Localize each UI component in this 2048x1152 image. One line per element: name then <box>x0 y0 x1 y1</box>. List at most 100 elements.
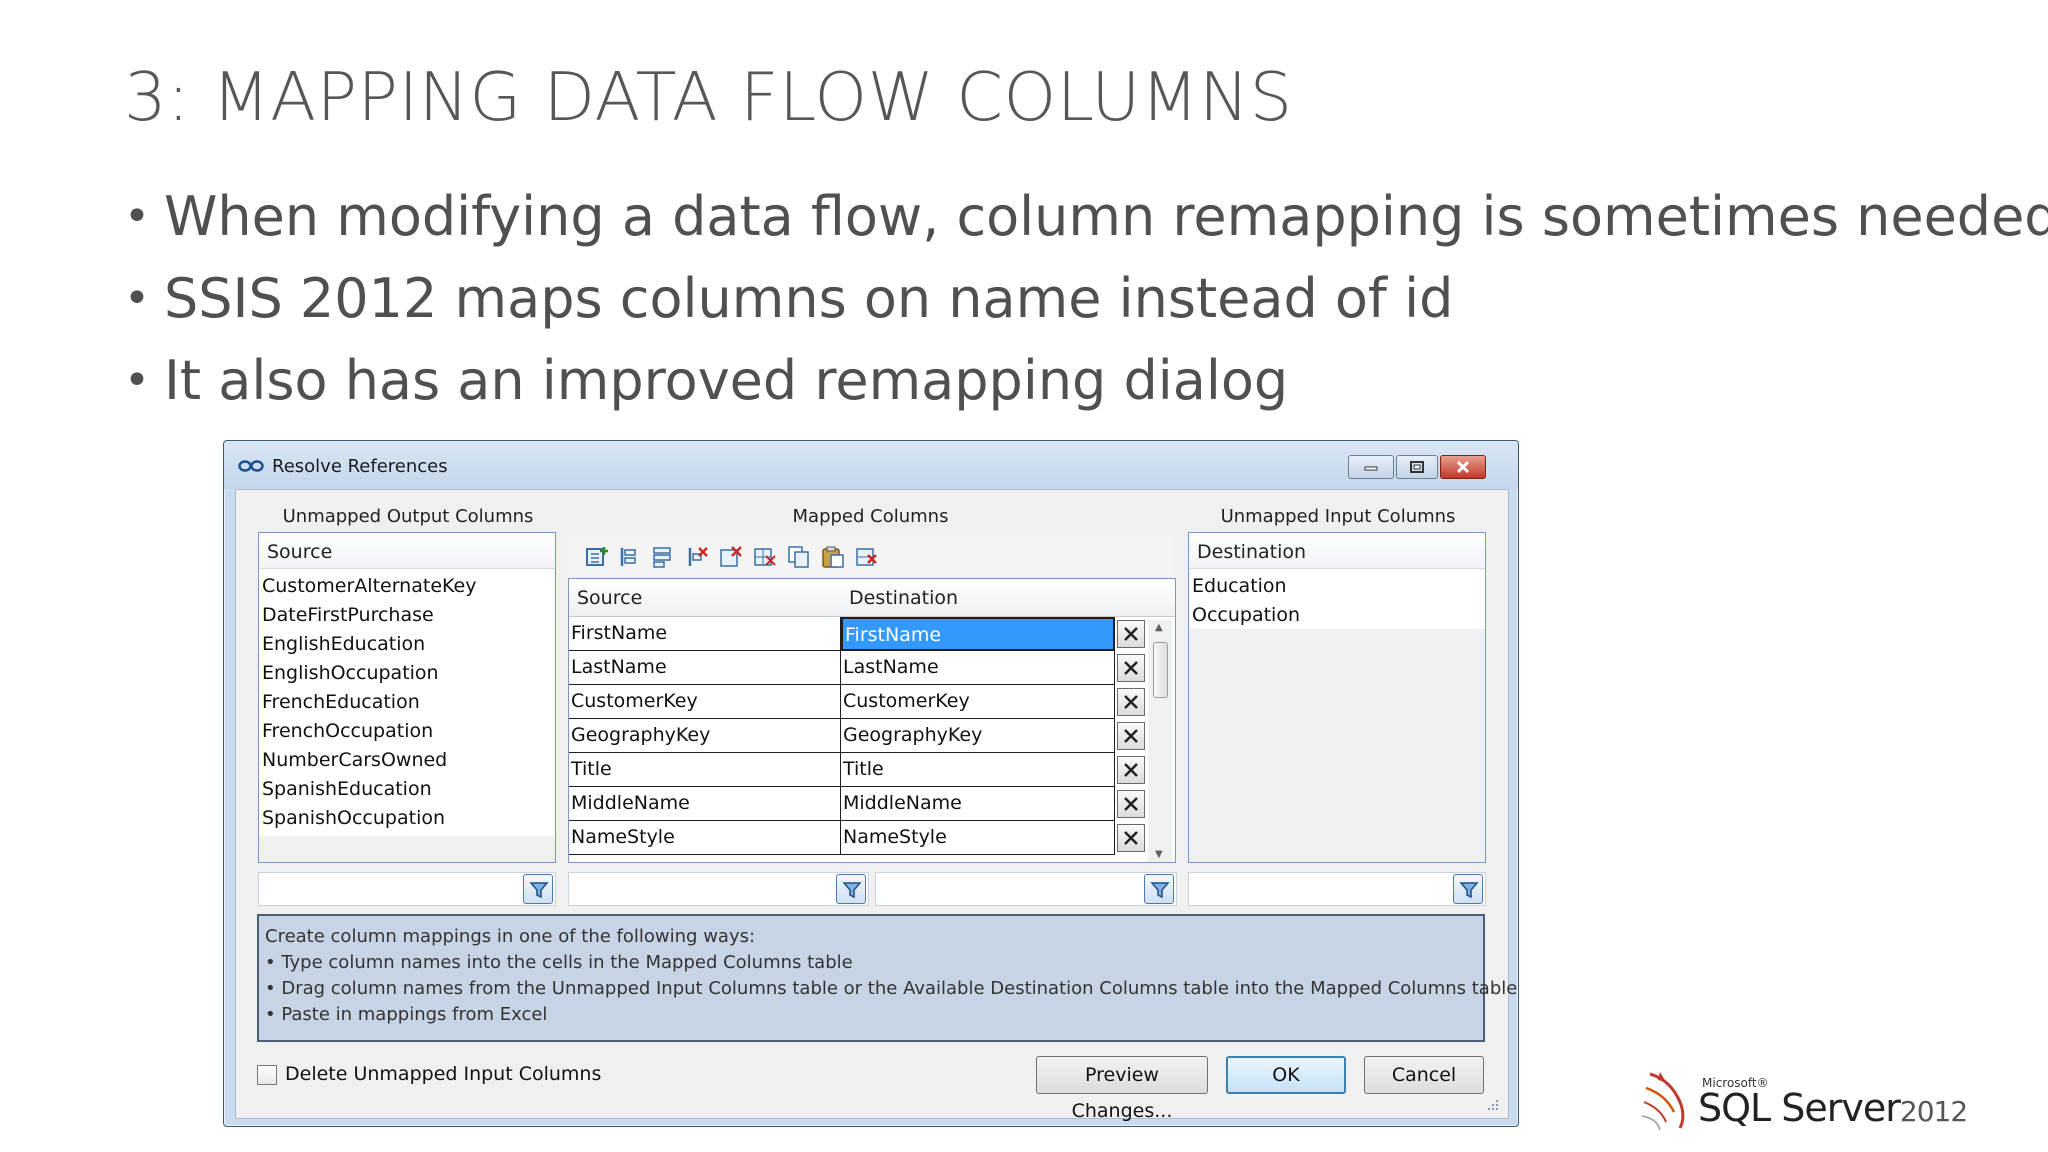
remove-mapping-button[interactable] <box>1117 654 1145 682</box>
list-item[interactable]: Occupation <box>1189 601 1485 630</box>
close-icon <box>1124 661 1138 675</box>
remove-mapping-button[interactable] <box>1117 688 1145 716</box>
unmapped-input-filter[interactable] <box>1188 872 1486 906</box>
delete-column-icon[interactable] <box>752 544 778 570</box>
close-icon <box>1456 460 1470 474</box>
list-item[interactable]: FrenchOccupation <box>259 717 555 746</box>
list-empty-area <box>259 836 555 862</box>
remove-mapping-button[interactable] <box>1117 620 1145 648</box>
scrollbar-thumb[interactable] <box>1153 642 1168 698</box>
sql-server-logo-icon <box>1641 1072 1685 1131</box>
filter-button[interactable] <box>1453 874 1483 904</box>
destination-cell[interactable]: GeographyKey <box>841 719 1115 753</box>
unmapped-output-filter[interactable] <box>258 872 556 906</box>
list-item[interactable]: Education <box>1189 572 1485 601</box>
remove-mapping-button[interactable] <box>1117 824 1145 852</box>
source-cell[interactable]: Title <box>569 753 841 787</box>
delete-unmapped-label[interactable]: Delete Unmapped Input Columns <box>285 1063 601 1085</box>
bullet-dot-icon: • <box>124 355 150 406</box>
close-icon <box>1124 695 1138 709</box>
dialog-titlebar[interactable]: Resolve References <box>224 441 1518 489</box>
list-item[interactable]: FrenchEducation <box>259 688 555 717</box>
bullet-item: • When modifying a data flow, column rema… <box>124 176 2048 258</box>
logo-product: SQL Server <box>1698 1086 1901 1130</box>
bullet-text: It also has an improved remapping dialog <box>164 349 1289 412</box>
insert-row-icon[interactable] <box>616 544 642 570</box>
unmapped-output-list[interactable]: Source CustomerAlternateKey DateFirstPur… <box>258 532 556 863</box>
destination-cell[interactable]: Title <box>841 753 1115 787</box>
bullet-dot-icon: • <box>124 273 150 324</box>
bullet-list: • When modifying a data flow, column rema… <box>124 176 2048 422</box>
list-item[interactable]: SpanishEducation <box>259 775 555 804</box>
destination-cell[interactable]: LastName <box>841 651 1115 685</box>
mapped-columns-toolbar <box>568 536 1173 576</box>
mapped-destination-filter[interactable] <box>875 872 1177 906</box>
delete-row-icon[interactable] <box>718 544 744 570</box>
ok-button[interactable]: OK <box>1226 1056 1346 1094</box>
list-item[interactable]: SpanishOccupation <box>259 804 555 833</box>
grid-header-source[interactable]: Source <box>577 587 642 609</box>
table-row: CustomerKey CustomerKey <box>569 685 1175 719</box>
unmapped-output-header[interactable]: Source <box>259 533 555 569</box>
remove-mapping-button[interactable] <box>1117 722 1145 750</box>
table-row: FirstName FirstName <box>569 617 1175 651</box>
destination-cell-selected[interactable]: FirstName <box>841 617 1115 651</box>
remove-mapping-button[interactable] <box>1117 756 1145 784</box>
help-line: • Type column names into the cells in th… <box>265 952 853 973</box>
link-icon <box>238 460 264 472</box>
filter-button[interactable] <box>1144 874 1174 904</box>
table-row: NameStyle NameStyle <box>569 821 1175 855</box>
mapped-columns-label: Mapped Columns <box>792 506 949 527</box>
slide-title: 3: MAPPING DATA FLOW COLUMNS <box>124 58 1293 136</box>
destination-cell[interactable]: NameStyle <box>841 821 1115 855</box>
source-cell[interactable]: MiddleName <box>569 787 841 821</box>
funnel-icon <box>1459 882 1479 899</box>
list-item[interactable]: EnglishEducation <box>259 630 555 659</box>
help-panel: Create column mappings in one of the fol… <box>257 914 1517 1042</box>
maximize-icon <box>1410 461 1424 473</box>
bullet-text: When modifying a data flow, column remap… <box>164 185 2048 248</box>
clear-mappings-icon[interactable] <box>854 544 880 570</box>
copy-icon[interactable] <box>786 544 812 570</box>
cancel-button[interactable]: Cancel <box>1364 1056 1484 1094</box>
source-cell[interactable]: NameStyle <box>569 821 841 855</box>
paste-icon[interactable] <box>820 544 846 570</box>
destination-cell[interactable]: CustomerKey <box>841 685 1115 719</box>
source-cell[interactable]: LastName <box>569 651 841 685</box>
grid-scrollbar[interactable]: ▲ ▼ <box>1148 620 1172 862</box>
add-mapping-icon[interactable] <box>584 544 610 570</box>
list-item[interactable]: DateFirstPurchase <box>259 601 555 630</box>
minimize-button[interactable] <box>1348 455 1394 479</box>
unmapped-input-header[interactable]: Destination <box>1189 533 1485 569</box>
list-empty-area <box>1189 629 1485 862</box>
table-row: Title Title <box>569 753 1175 787</box>
preview-changes-button[interactable]: Preview Changes... <box>1036 1056 1208 1122</box>
close-button[interactable] <box>1440 455 1486 479</box>
list-item[interactable]: CustomerAlternateKey <box>259 572 555 601</box>
source-cell[interactable]: GeographyKey <box>569 719 841 753</box>
unmapped-output-label: Unmapped Output Columns <box>282 506 534 527</box>
delete-unmapped-checkbox[interactable] <box>257 1065 277 1085</box>
unmapped-input-label: Unmapped Input Columns <box>1220 506 1456 527</box>
mapped-columns-grid[interactable]: Source Destination FirstName FirstName L… <box>568 578 1176 863</box>
resize-grip-icon[interactable] <box>1484 1096 1500 1112</box>
destination-cell[interactable]: MiddleName <box>841 787 1115 821</box>
grid-header-destination[interactable]: Destination <box>849 587 958 609</box>
mapped-source-filter[interactable] <box>568 872 869 906</box>
scroll-down-icon[interactable]: ▼ <box>1155 849 1163 860</box>
list-item[interactable]: EnglishOccupation <box>259 659 555 688</box>
source-cell[interactable]: FirstName <box>569 617 841 651</box>
scroll-up-icon[interactable]: ▲ <box>1155 622 1163 633</box>
maximize-button[interactable] <box>1396 455 1438 479</box>
list-item[interactable]: NumberCarsOwned <box>259 746 555 775</box>
unmapped-input-list[interactable]: Destination Education Occupation <box>1188 532 1486 863</box>
filter-button[interactable] <box>523 874 553 904</box>
remove-mapping-button[interactable] <box>1117 790 1145 818</box>
append-row-icon[interactable] <box>650 544 676 570</box>
filter-button[interactable] <box>836 874 866 904</box>
bullet-dot-icon: • <box>124 191 150 242</box>
close-icon <box>1124 729 1138 743</box>
remove-row-icon[interactable] <box>684 544 710 570</box>
source-cell[interactable]: CustomerKey <box>569 685 841 719</box>
sql-server-logo: Microsoft® SQL Server2012 <box>1640 1068 1968 1134</box>
